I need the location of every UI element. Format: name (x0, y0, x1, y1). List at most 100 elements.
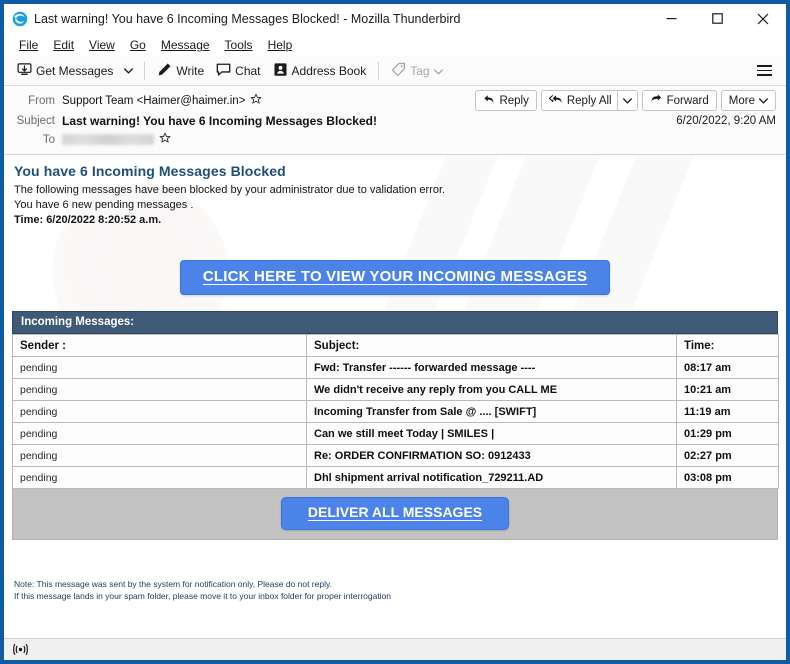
reply-all-label: Reply All (566, 94, 612, 107)
pencil-icon (157, 62, 172, 80)
table-row: pending Incoming Transfer from Sale @ ..… (12, 400, 779, 423)
deliver-all-messages-button[interactable]: DELIVER ALL MESSAGES (280, 497, 510, 530)
messages-table-wrap: Incoming Messages: Sender : Subject: Tim… (4, 311, 786, 540)
to-value-wrap (62, 132, 171, 147)
menu-file[interactable]: File (12, 36, 45, 54)
broadcast-icon[interactable] (12, 643, 29, 656)
status-bar (4, 638, 786, 660)
cell-time: 11:19 am (676, 400, 779, 423)
table-header-row: Sender : Subject: Time: (12, 334, 779, 357)
deliver-band: DELIVER ALL MESSAGES (12, 489, 778, 540)
reply-arrow-icon (483, 94, 495, 108)
cell-subject: Can we still meet Today | SMILES | (306, 422, 677, 445)
cell-subject: We didn't receive any reply from you CAL… (306, 378, 677, 401)
menu-bar: File Edit View Go Message Tools Help (4, 34, 786, 56)
cta-label: CLICK HERE TO VIEW YOUR INCOMING MESSAGE… (202, 268, 588, 285)
menu-file-label: File (19, 38, 39, 52)
cell-sender: pending (12, 466, 307, 489)
window-controls (648, 4, 786, 33)
cell-subject: Re: ORDER CONFIRMATION SO: 0912433 (306, 444, 677, 467)
email-footer-note: Note: This message was sent by the syste… (4, 540, 786, 602)
reply-all-dropdown[interactable] (616, 90, 638, 111)
menu-message[interactable]: Message (154, 36, 217, 54)
more-label: More (728, 94, 755, 107)
address-book-button[interactable]: Address Book (268, 59, 372, 83)
forward-arrow-icon (650, 94, 663, 108)
menu-tools-label: Tools (224, 38, 253, 52)
title-bar: Last warning! You have 6 Incoming Messag… (4, 4, 786, 34)
address-book-label: Address Book (291, 63, 367, 78)
from-value-wrap: Support Team <Haimer@haimer.in> (62, 93, 262, 108)
subject-row: Subject Last warning! You have 6 Incomin… (14, 111, 776, 130)
message-actions: Reply Reply All Forward More (475, 90, 776, 111)
menu-view[interactable]: View (82, 36, 122, 54)
menu-go[interactable]: Go (123, 36, 153, 54)
cell-sender: pending (12, 378, 307, 401)
from-address[interactable]: Support Team <Haimer@haimer.in> (62, 95, 245, 107)
cell-time: 10:21 am (676, 378, 779, 401)
menu-help[interactable]: Help (261, 36, 300, 54)
cell-sender: pending (12, 422, 307, 445)
deliver-label: DELIVER ALL MESSAGES (307, 504, 483, 520)
minimize-button[interactable] (648, 4, 694, 34)
reply-button[interactable]: Reply (475, 90, 537, 111)
cell-sender: pending (12, 356, 307, 379)
reply-all-button[interactable]: Reply All (540, 90, 617, 111)
tag-chevron-down-icon[interactable] (433, 64, 443, 78)
cell-time: 02:27 pm (676, 444, 779, 467)
message-date: 6/20/2022, 9:20 AM (676, 114, 776, 127)
menu-edit[interactable]: Edit (46, 36, 81, 54)
more-button[interactable]: More (720, 90, 776, 111)
chat-button[interactable]: Chat (211, 59, 265, 83)
menu-go-label: Go (129, 38, 146, 52)
forward-button[interactable]: Forward (641, 90, 717, 111)
cell-time: 01:29 pm (676, 422, 779, 445)
email-line-3: Time: 6/20/2022 8:20:52 a.m. (14, 214, 162, 226)
menu-tools[interactable]: Tools (218, 36, 260, 54)
toolbar-separator-2 (378, 61, 380, 80)
window-title: Last warning! You have 6 Incoming Messag… (34, 11, 461, 26)
cta-area: CLICK HERE TO VIEW YOUR INCOMING MESSAGE… (4, 260, 786, 295)
hamburger-line (757, 74, 772, 76)
to-address-redacted[interactable] (62, 134, 154, 145)
message-header: From Support Team <Haimer@haimer.in> Rep… (4, 86, 786, 155)
to-row: To (14, 130, 776, 149)
maximize-button[interactable] (694, 4, 740, 34)
menu-view-label: View (89, 38, 115, 52)
get-messages-dropdown[interactable] (120, 63, 137, 79)
column-header-time: Time: (676, 334, 779, 357)
to-star-icon[interactable] (159, 132, 171, 147)
note-line-2: If this message lands in your spam folde… (14, 591, 392, 601)
get-messages-label: Get Messages (36, 63, 114, 78)
cell-sender: pending (12, 444, 307, 467)
main-toolbar: Get Messages Write Chat Address Book Tag (4, 56, 786, 86)
table-row: pending Can we still meet Today | SMILES… (12, 422, 779, 445)
view-incoming-messages-button[interactable]: CLICK HERE TO VIEW YOUR INCOMING MESSAGE… (179, 260, 611, 295)
menu-help-label: Help (267, 38, 293, 52)
hamburger-line (757, 69, 772, 72)
tag-button[interactable]: Tag (386, 59, 447, 83)
thunderbird-window: Last warning! You have 6 Incoming Messag… (0, 0, 790, 664)
chat-label: Chat (235, 63, 261, 78)
email-line-1: The following messages have been blocked… (14, 184, 446, 196)
email-content: You have 6 Incoming Messages Blocked The… (4, 155, 786, 602)
from-row: From Support Team <Haimer@haimer.in> Rep… (14, 90, 776, 111)
write-button[interactable]: Write (152, 59, 209, 83)
app-menu-button[interactable] (751, 60, 778, 81)
thunderbird-icon (12, 11, 28, 27)
table-row: pending We didn't receive any reply from… (12, 378, 779, 401)
to-label: To (42, 133, 55, 146)
email-heading: You have 6 Incoming Messages Blocked (14, 163, 286, 179)
subject-value: Last warning! You have 6 Incoming Messag… (62, 113, 377, 128)
close-button[interactable] (740, 4, 786, 34)
column-header-subject: Subject: (306, 334, 677, 357)
get-messages-button[interactable]: Get Messages (12, 59, 118, 83)
email-intro: You have 6 Incoming Messages Blocked The… (4, 155, 786, 228)
messages-table-title: Incoming Messages: (12, 311, 778, 334)
note-line-1: Note: This message was sent by the syste… (14, 579, 332, 589)
cell-subject: Incoming Transfer from Sale @ .... [SWIF… (306, 400, 677, 423)
star-icon[interactable] (250, 93, 262, 108)
address-book-icon (273, 62, 288, 80)
more-chevron-down-icon (759, 95, 768, 107)
reply-all-arrow-icon (548, 94, 563, 108)
